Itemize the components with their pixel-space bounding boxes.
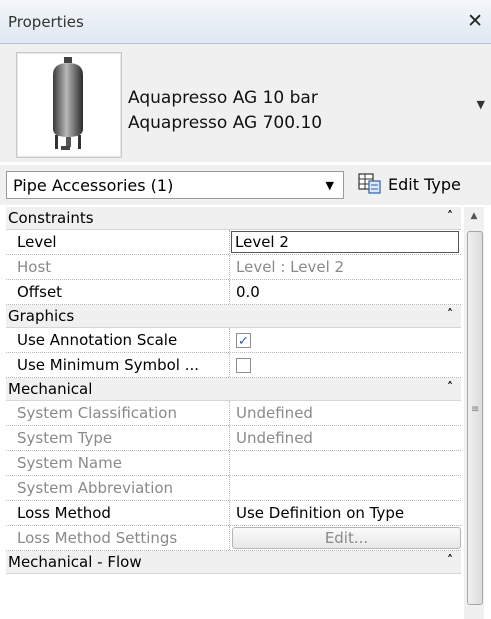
- family-thumbnail: [16, 52, 122, 158]
- family-name: Aquapresso AG 10 bar: [128, 88, 318, 108]
- use-minimum-symbol-checkbox[interactable]: [236, 358, 251, 373]
- property-name: System Classification: [6, 401, 230, 425]
- property-row-system-name: System Name: [6, 451, 461, 476]
- property-row-use-minimum-symbol: Use Minimum Symbol ...: [6, 353, 461, 378]
- properties-titlebar: Properties ✕: [0, 0, 491, 44]
- section-constraints[interactable]: Constraints ˄: [6, 207, 461, 230]
- edit-type-label: Edit Type: [388, 175, 461, 194]
- property-name: System Name: [6, 451, 230, 475]
- edit-type-icon: [358, 173, 381, 194]
- instance-selector-row: Pipe Accessories (1) ▼ Edit Type: [0, 165, 491, 205]
- section-mechanical-flow[interactable]: Mechanical - Flow ˄: [6, 551, 461, 574]
- chevron-down-icon: ▼: [325, 179, 334, 192]
- properties-grid: Constraints ˄ Level Level 2 Host Level :…: [6, 207, 461, 619]
- section-label: Mechanical - Flow: [8, 553, 142, 571]
- use-annotation-scale-checkbox[interactable]: [236, 330, 251, 352]
- scrollbar-thumb[interactable]: ≡: [467, 231, 483, 605]
- property-row-offset: Offset 0.0: [6, 280, 461, 305]
- property-row-loss-method: Loss Method Use Definition on Type: [6, 501, 461, 526]
- property-name: System Abbreviation: [6, 476, 230, 500]
- property-name: System Type: [6, 426, 230, 450]
- scroll-up-icon[interactable]: ▲: [464, 207, 484, 225]
- section-label: Constraints: [8, 209, 94, 227]
- type-name: Aquapresso AG 700.10: [128, 113, 323, 133]
- loss-method-value[interactable]: Use Definition on Type: [230, 501, 461, 525]
- type-selector[interactable]: Aquapresso AG 10 bar Aquapresso AG 700.1…: [0, 44, 491, 162]
- property-row-level: Level Level 2: [6, 230, 461, 255]
- instance-filter-dropdown[interactable]: Pipe Accessories (1) ▼: [6, 171, 344, 199]
- vertical-scrollbar[interactable]: ▲ ≡: [464, 207, 484, 619]
- property-name: Use Minimum Symbol ...: [6, 353, 230, 377]
- type-dropdown-icon[interactable]: ▼: [477, 98, 485, 111]
- system-abbreviation-value: [230, 476, 461, 500]
- grip-icon: ≡: [471, 404, 480, 415]
- property-row-system-classification: System Classification Undefined: [6, 401, 461, 426]
- property-row-loss-method-settings: Loss Method Settings Edit...: [6, 526, 461, 551]
- section-label: Graphics: [8, 307, 75, 325]
- system-name-value: [230, 451, 461, 475]
- property-name: Offset: [6, 280, 230, 304]
- section-label: Mechanical: [8, 380, 93, 398]
- property-name: Loss Method: [6, 501, 230, 525]
- property-row-system-abbreviation: System Abbreviation: [6, 476, 461, 501]
- collapse-icon[interactable]: ˄: [447, 209, 453, 223]
- close-icon[interactable]: ✕: [467, 10, 483, 32]
- property-name: Host: [6, 255, 230, 279]
- offset-value-field[interactable]: 0.0: [230, 280, 461, 304]
- property-row-use-annotation-scale: Use Annotation Scale: [6, 328, 461, 353]
- property-name: Level: [6, 230, 230, 254]
- property-row-system-type: System Type Undefined: [6, 426, 461, 451]
- section-graphics[interactable]: Graphics ˄: [6, 305, 461, 328]
- section-mechanical[interactable]: Mechanical ˄: [6, 378, 461, 401]
- panel-title: Properties: [8, 13, 84, 31]
- host-value: Level : Level 2: [236, 258, 345, 276]
- collapse-icon[interactable]: ˄: [447, 307, 453, 321]
- property-row-host: Host Level : Level 2: [6, 255, 461, 280]
- loss-method-edit-button[interactable]: Edit...: [232, 527, 461, 549]
- system-classification-value: Undefined: [236, 404, 313, 422]
- instance-filter-label: Pipe Accessories (1): [13, 176, 174, 195]
- level-value-field[interactable]: Level 2: [231, 231, 459, 253]
- property-name: Loss Method Settings: [6, 526, 230, 550]
- expansion-tank-icon: [53, 57, 83, 150]
- collapse-icon[interactable]: ˄: [447, 380, 453, 394]
- system-type-value: Undefined: [236, 429, 313, 447]
- collapse-icon[interactable]: ˄: [447, 553, 453, 567]
- property-name: Use Annotation Scale: [6, 328, 230, 352]
